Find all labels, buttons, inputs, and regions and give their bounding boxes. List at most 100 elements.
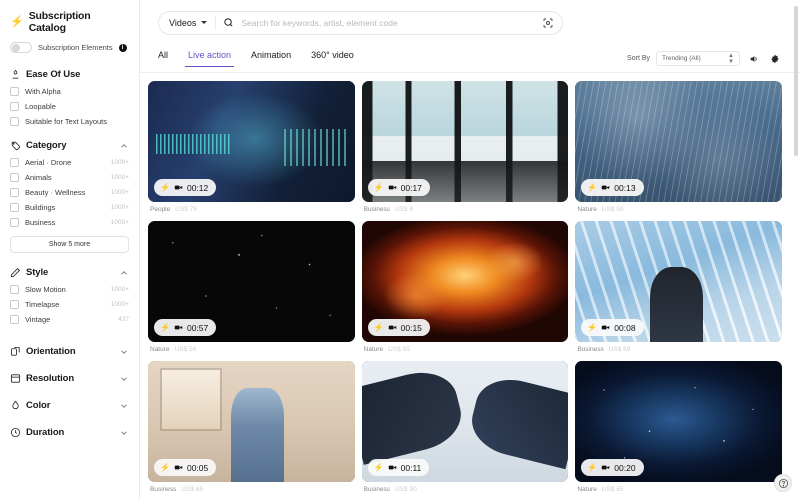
filter-option[interactable]: Aerial · Drone 1000+ (10, 158, 129, 167)
filter-option-label: Buildings (25, 203, 56, 212)
video-category: Business (363, 486, 391, 493)
filter-option[interactable]: Vintage 437 (10, 315, 129, 324)
help-button[interactable] (774, 474, 792, 492)
filter-option[interactable]: Timelapse 1000+ (10, 300, 129, 309)
video-thumbnail[interactable]: ⚡ 00:13 (575, 81, 782, 202)
scrollbar-thumb[interactable] (794, 6, 798, 156)
video-category: Nature (150, 346, 170, 353)
video-duration: 00:15 (400, 322, 422, 333)
video-card[interactable]: ⚡ 00:15 Nature US$ 65 (361, 221, 569, 353)
bolt-icon: ⚡ (10, 15, 24, 28)
video-thumbnail[interactable]: ⚡ 00:17 (361, 81, 569, 202)
video-price: US$ 50 (601, 206, 624, 213)
stepper-icon: ▲ ▼ (728, 52, 734, 65)
filter-group-header[interactable]: Style (10, 267, 129, 278)
info-icon[interactable]: i (118, 43, 127, 52)
filter-option-label: Timelapse (25, 300, 60, 309)
search-bar[interactable]: Videos (158, 10, 563, 35)
filter-option[interactable]: Business 1000+ (10, 218, 129, 227)
filter-option[interactable]: Suitable for Text Layouts (10, 117, 129, 126)
video-camera-icon (602, 465, 610, 470)
checkbox[interactable] (10, 102, 19, 111)
show-more-button[interactable]: Show 5 more (10, 236, 129, 253)
video-thumbnail[interactable]: ⚡ 00:05 (148, 361, 355, 482)
filter-option-count: 1000+ (110, 219, 129, 226)
bolt-icon: ⚡ (587, 462, 598, 472)
checkbox[interactable] (10, 285, 19, 294)
duration-badge: ⚡ 00:11 (367, 459, 430, 476)
subscription-elements-toggle[interactable] (10, 42, 32, 53)
video-price: US$ 90 (395, 486, 417, 493)
filter-group-title: Orientation (26, 346, 76, 357)
chevron-down-icon[interactable] (119, 401, 129, 411)
sort-by-value: Trending (All) (662, 55, 701, 62)
settings-button[interactable] (767, 51, 782, 66)
subscription-elements-row[interactable]: Subscription Elements i (10, 42, 129, 53)
checkbox[interactable] (10, 218, 19, 227)
checkbox[interactable] (10, 315, 19, 324)
chevron-down-icon[interactable] (119, 374, 129, 384)
filter-group-header[interactable]: Category (10, 140, 129, 151)
top-search-bar: Videos (140, 0, 800, 45)
video-card[interactable]: ⚡ 00:08 Business US$ 69 (575, 221, 782, 353)
sort-by-select[interactable]: Trending (All) ▲ ▼ (656, 51, 740, 66)
subscription-elements-label: Subscription Elements (38, 43, 113, 52)
checkbox[interactable] (10, 158, 19, 167)
filter-group-title: Style (26, 267, 49, 278)
filter-option[interactable]: Beauty · Wellness 1000+ (10, 188, 129, 197)
video-category: Nature (577, 486, 597, 493)
sound-on-button[interactable] (746, 51, 761, 66)
checkbox[interactable] (10, 188, 19, 197)
filter-group-color[interactable]: Color (10, 392, 129, 419)
video-thumbnail[interactable]: ⚡ 00:11 (361, 361, 569, 482)
main-content: Videos All Live action Animation 360° vi… (140, 0, 800, 500)
video-thumbnail[interactable]: ⚡ 00:08 (575, 221, 782, 342)
duration-badge: ⚡ 00:08 (581, 319, 644, 336)
video-card[interactable]: ⚡ 00:57 Nature US$ 56 (148, 221, 355, 353)
checkbox[interactable] (10, 87, 19, 96)
filter-option[interactable]: With Alpha (10, 87, 129, 96)
filter-option[interactable]: Slow Motion 1000+ (10, 285, 129, 294)
filter-option-count: 1000+ (110, 286, 129, 293)
tab-live-action[interactable]: Live action (185, 50, 235, 67)
video-thumbnail[interactable]: ⚡ 00:12 (148, 81, 355, 202)
video-card[interactable]: ⚡ 00:13 Nature US$ 50 (575, 81, 782, 213)
filter-group-resolution[interactable]: Resolution (10, 365, 129, 392)
sort-controls: Sort By Trending (All) ▲ ▼ (627, 51, 782, 72)
filter-option[interactable]: Loopable (10, 102, 129, 111)
filter-option[interactable]: Animals 1000+ (10, 173, 129, 182)
filter-group-orientation[interactable]: Orientation (10, 338, 129, 365)
checkbox[interactable] (10, 117, 19, 126)
filter-group-duration[interactable]: Duration (10, 419, 129, 446)
tab-animation[interactable]: Animation (251, 50, 291, 67)
bolt-icon: ⚡ (373, 182, 384, 192)
chevron-up-icon[interactable] (119, 268, 129, 278)
search-input[interactable] (241, 17, 542, 28)
filter-option[interactable]: Buildings 1000+ (10, 203, 129, 212)
video-camera-icon (388, 325, 396, 330)
video-card[interactable]: ⚡ 00:20 Nature US$ 65 (575, 361, 782, 493)
bolt-icon: ⚡ (160, 322, 170, 332)
video-card[interactable]: ⚡ 00:12 People US$ 75 (148, 81, 355, 213)
video-thumbnail[interactable]: ⚡ 00:15 (361, 221, 569, 342)
video-camera-icon (388, 185, 396, 190)
search-type-select[interactable]: Videos (169, 18, 215, 28)
resolution-icon (10, 374, 21, 383)
video-thumbnail[interactable]: ⚡ 00:57 (148, 221, 355, 342)
scan-icon[interactable] (542, 17, 554, 29)
video-card[interactable]: ⚡ 00:11 Business US$ 90 (361, 361, 569, 493)
checkbox[interactable] (10, 300, 19, 309)
video-thumbnail[interactable]: ⚡ 00:20 (575, 361, 782, 482)
checkbox[interactable] (10, 203, 19, 212)
chevron-down-icon[interactable] (119, 428, 129, 438)
chevron-up-icon[interactable] (119, 141, 129, 151)
chevron-down-icon[interactable] (119, 347, 129, 357)
filter-option-label: With Alpha (25, 87, 61, 96)
filter-group-header[interactable]: Ease Of Use (10, 69, 129, 80)
video-duration: 00:11 (400, 462, 422, 473)
checkbox[interactable] (10, 173, 19, 182)
tab-360-video[interactable]: 360° video (311, 50, 354, 67)
video-card[interactable]: ⚡ 00:05 Business US$ 65 (148, 361, 355, 493)
video-card[interactable]: ⚡ 00:17 Business US$ 6 (361, 81, 569, 213)
tab-all[interactable]: All (158, 50, 168, 67)
